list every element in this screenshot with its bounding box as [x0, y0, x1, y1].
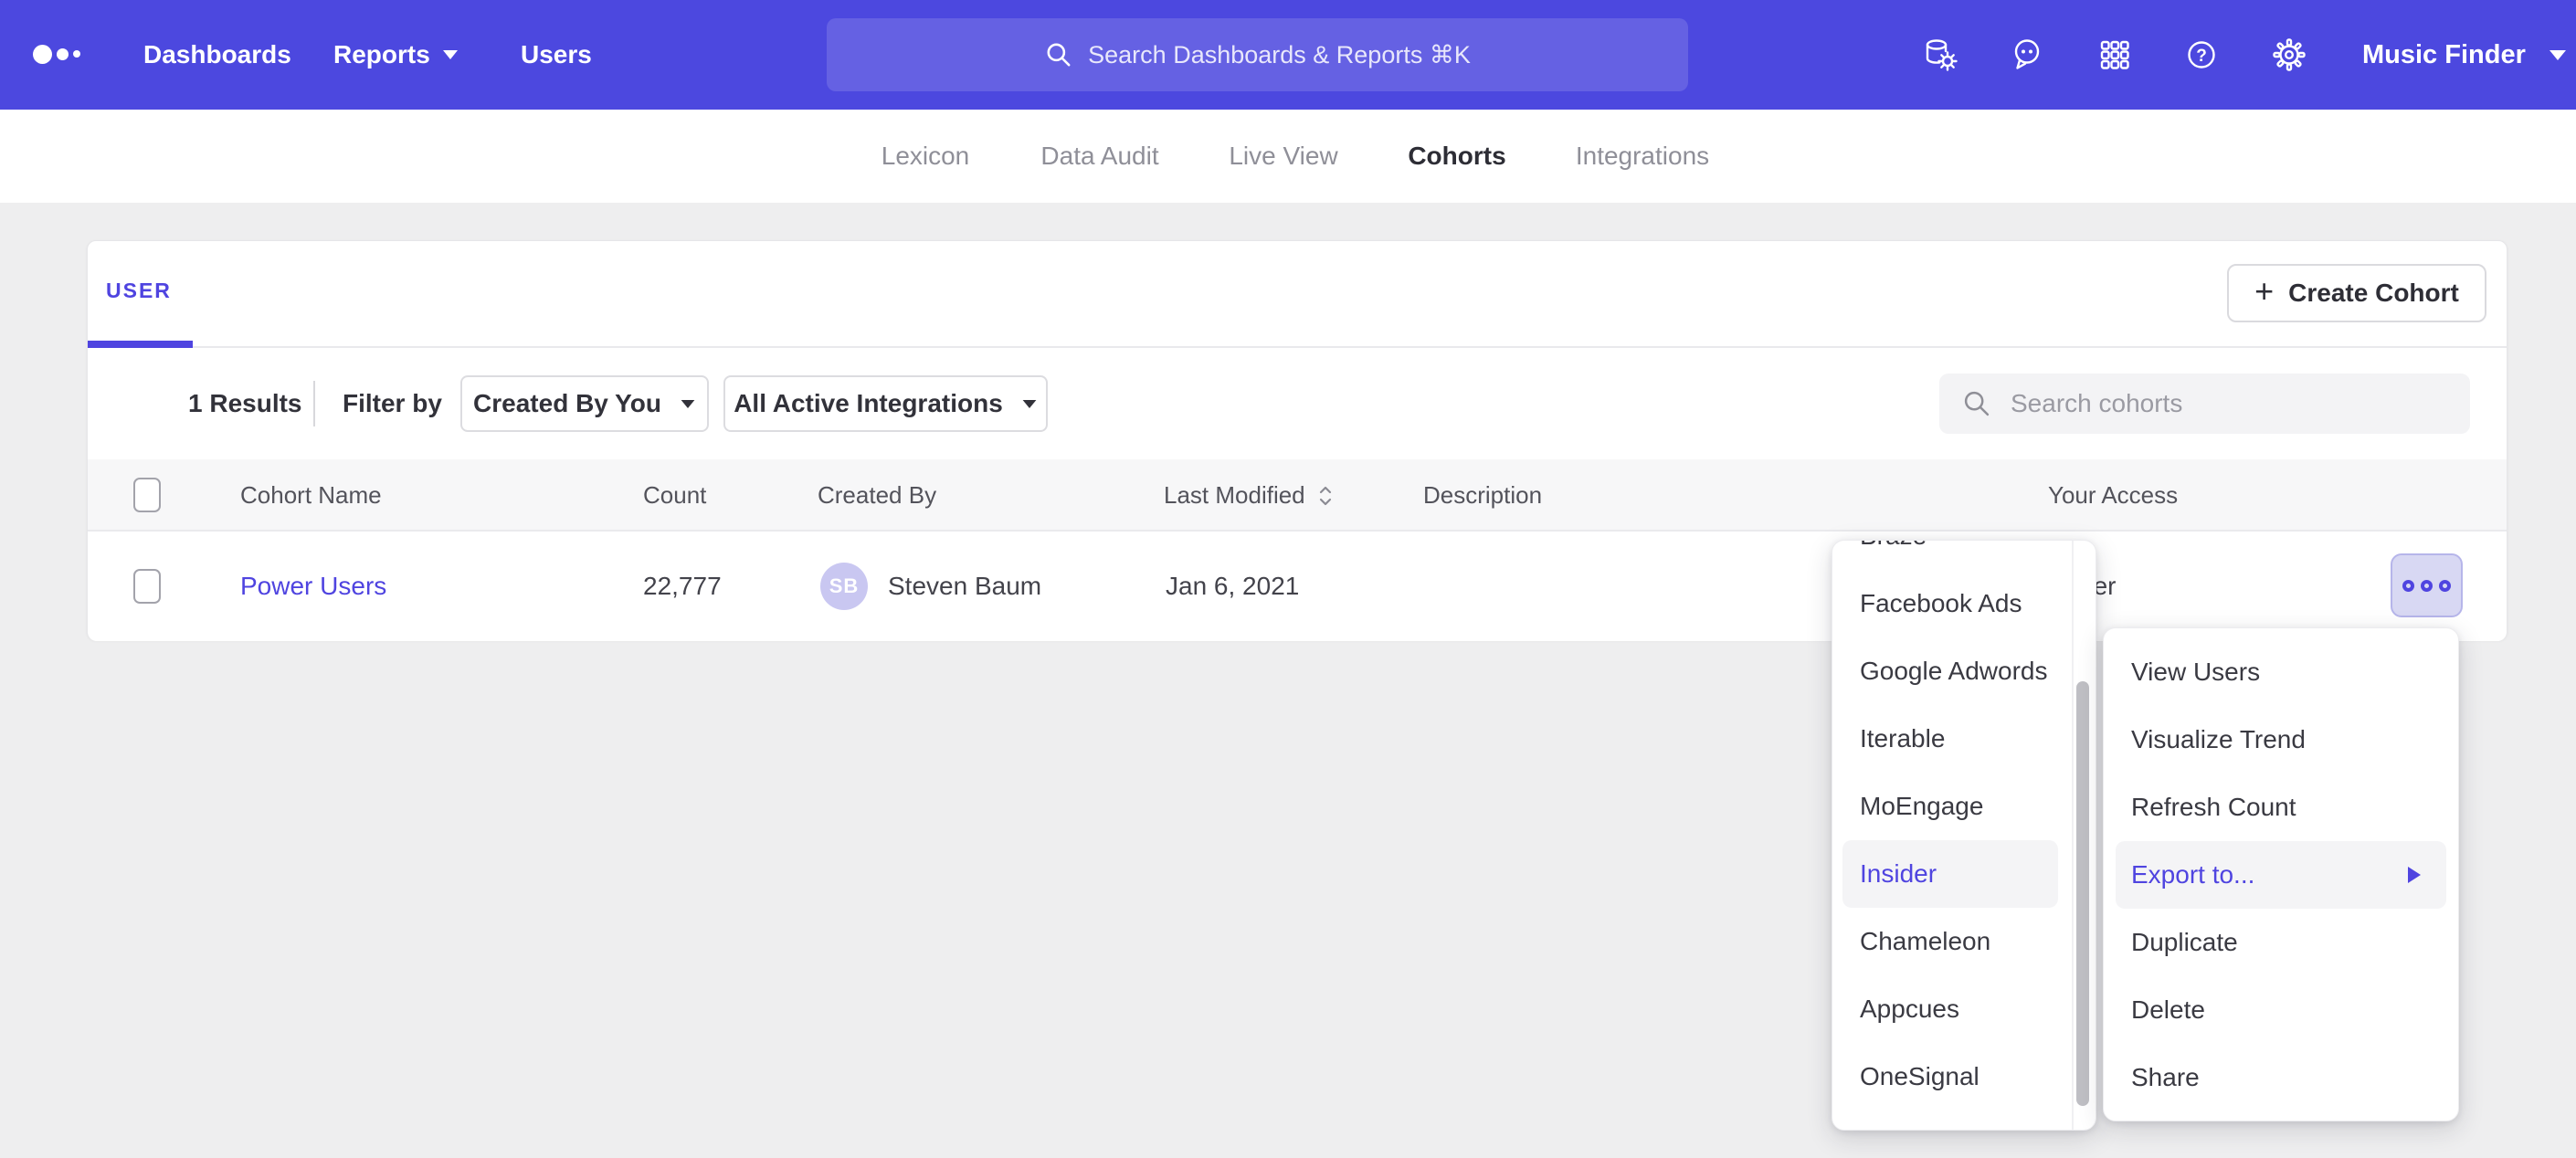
export-submenu-items: Braze Facebook Ads Google Adwords Iterab… — [1832, 540, 2068, 1111]
project-name: Music Finder — [2362, 40, 2526, 70]
tab-label: Live View — [1229, 142, 1337, 171]
row-checkbox[interactable] — [133, 569, 161, 604]
apps-grid-icon[interactable] — [2096, 36, 2134, 74]
nav-item-label: Reports — [333, 40, 430, 69]
menu-item-google-adwords[interactable]: Google Adwords — [1842, 637, 2058, 705]
dot-icon — [2421, 580, 2433, 592]
menu-item-share[interactable]: Share — [2116, 1044, 2446, 1111]
search-icon — [1044, 40, 1073, 69]
select-all-checkbox[interactable] — [133, 478, 161, 512]
nav-item-dashboards[interactable]: Dashboards — [143, 0, 291, 110]
cohort-name-link[interactable]: Power Users — [240, 532, 386, 641]
menu-item-braze[interactable]: Braze — [1842, 540, 2058, 570]
row-context-menu: View Users Visualize Trend Refresh Count… — [2103, 627, 2459, 1121]
filter-bar: 1 Results Filter by Created By You All A… — [88, 348, 2507, 459]
chevron-down-icon — [443, 50, 458, 59]
tab-label: USER — [106, 279, 172, 303]
cohort-count: 22,777 — [643, 532, 722, 641]
global-search-placeholder: Search Dashboards & Reports ⌘K — [1088, 41, 1471, 69]
row-actions-button[interactable] — [2391, 553, 2463, 617]
last-modified-date: Jan 6, 2021 — [1166, 532, 1299, 641]
dropdown-value: Created By You — [473, 389, 661, 418]
creator-name: Steven Baum — [888, 532, 1041, 641]
active-tab-indicator — [88, 341, 193, 348]
tab-user-cohorts[interactable]: USER — [106, 241, 172, 341]
integrations-filter-dropdown[interactable]: All Active Integrations — [723, 375, 1048, 432]
cohorts-card: USER + Create Cohort 1 Results Filter by… — [87, 240, 2507, 640]
menu-item-export-to[interactable]: Export to... — [2116, 841, 2446, 909]
nav-item-reports[interactable]: Reports — [333, 0, 458, 110]
tab-label: Integrations — [1576, 142, 1709, 171]
table-row: Power Users 22,777 SB Steven Baum Jan 6,… — [88, 532, 2507, 641]
col-header-your-access: Your Access — [2048, 459, 2178, 532]
col-header-count: Count — [643, 459, 706, 532]
dot-icon — [2402, 580, 2414, 592]
created-by-filter-dropdown[interactable]: Created By You — [460, 375, 709, 432]
results-count: 1 Results — [188, 348, 302, 459]
dropdown-value: All Active Integrations — [734, 389, 1003, 418]
settings-gear-icon[interactable] — [2270, 36, 2308, 74]
search-icon — [1961, 388, 1992, 419]
tab-lexicon[interactable]: Lexicon — [882, 110, 970, 203]
submenu-arrow-icon — [2408, 867, 2421, 883]
filter-by-label: Filter by — [343, 348, 442, 459]
cohort-type-tabs: USER + Create Cohort — [88, 241, 2507, 348]
help-icon[interactable]: ? — [2182, 36, 2221, 74]
scrollbar[interactable] — [2076, 681, 2089, 1106]
tab-integrations[interactable]: Integrations — [1576, 110, 1709, 203]
data-settings-icon[interactable] — [1921, 36, 1959, 74]
feedback-icon[interactable] — [2008, 36, 2046, 74]
menu-item-appcues[interactable]: Appcues — [1842, 975, 2058, 1043]
svg-text:?: ? — [2196, 47, 2207, 66]
menu-item-visualize-trend[interactable]: Visualize Trend — [2116, 706, 2446, 774]
sort-icon — [1316, 483, 1335, 509]
menu-item-duplicate[interactable]: Duplicate — [2116, 909, 2446, 976]
menu-item-refresh-count[interactable]: Refresh Count — [2116, 774, 2446, 841]
col-header-description: Description — [1423, 459, 1542, 532]
menu-item-view-users[interactable]: View Users — [2116, 638, 2446, 706]
dot-icon — [2439, 580, 2451, 592]
create-cohort-button[interactable]: + Create Cohort — [2227, 264, 2486, 322]
tab-label: Cohorts — [1408, 142, 1505, 171]
menu-item-label: Export to... — [2131, 860, 2254, 889]
chevron-down-icon — [1022, 399, 1036, 407]
create-cohort-label: Create Cohort — [2288, 279, 2459, 308]
global-search-input[interactable]: Search Dashboards & Reports ⌘K — [827, 18, 1688, 91]
menu-item-iterable[interactable]: Iterable — [1842, 705, 2058, 773]
menu-item-moengage[interactable]: MoEngage — [1842, 773, 2058, 840]
avatar: SB — [820, 563, 868, 610]
col-header-last-modified[interactable]: Last Modified — [1164, 459, 1335, 532]
col-header-created-by: Created By — [818, 459, 936, 532]
plus-icon: + — [2254, 275, 2274, 308]
tab-label: Lexicon — [882, 142, 970, 171]
project-switcher[interactable]: Music Finder — [2362, 0, 2566, 110]
menu-item-facebook-ads[interactable]: Facebook Ads — [1842, 570, 2058, 637]
chevron-down-icon — [2550, 50, 2566, 60]
menu-item-delete[interactable]: Delete — [2116, 976, 2446, 1044]
col-header-cohort-name: Cohort Name — [240, 459, 382, 532]
nav-item-label: Dashboards — [143, 40, 291, 69]
divider — [2072, 541, 2074, 1131]
table-header: Cohort Name Count Created By Last Modifi… — [88, 459, 2507, 532]
app-root: Dashboards Reports Users Search Dashboar… — [0, 0, 2576, 1158]
col-header-label: Last Modified — [1164, 481, 1305, 510]
tab-live-view[interactable]: Live View — [1229, 110, 1337, 203]
tab-data-audit[interactable]: Data Audit — [1040, 110, 1158, 203]
top-nav: Dashboards Reports Users Search Dashboar… — [0, 0, 2576, 110]
menu-item-insider[interactable]: Insider — [1842, 840, 2058, 908]
menu-item-onesignal[interactable]: OneSignal — [1842, 1043, 2058, 1111]
nav-item-users[interactable]: Users — [521, 0, 592, 110]
nav-item-label: Users — [521, 40, 592, 69]
mixpanel-logo-icon[interactable] — [33, 0, 97, 110]
chevron-down-icon — [681, 399, 695, 407]
tab-cohorts[interactable]: Cohorts — [1408, 110, 1505, 203]
export-submenu: Braze Facebook Ads Google Adwords Iterab… — [1832, 540, 2096, 1131]
menu-item-chameleon[interactable]: Chameleon — [1842, 908, 2058, 975]
section-tabs: Lexicon Data Audit Live View Cohorts Int… — [0, 110, 2576, 203]
cohort-search — [1939, 374, 2470, 434]
divider — [313, 381, 315, 426]
cohort-search-input[interactable] — [2011, 389, 2412, 418]
tab-label: Data Audit — [1040, 142, 1158, 171]
